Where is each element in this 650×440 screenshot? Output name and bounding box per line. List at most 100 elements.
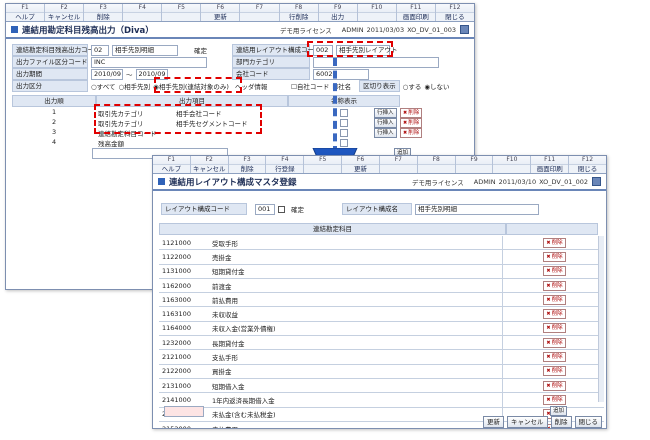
row-code: 2141000	[159, 392, 209, 408]
row-delete-button[interactable]: 削除	[543, 380, 566, 391]
fkey-f4[interactable]: F4	[123, 4, 163, 21]
row-delete-button[interactable]: 削除	[543, 266, 566, 277]
fkey-f4[interactable]: F4 行登録	[266, 156, 305, 173]
fkey-f11[interactable]: F11 画面印刷	[531, 156, 570, 173]
opt-company-code-check[interactable]: ☐自社コード	[291, 81, 329, 91]
row-delete-button[interactable]: 削除	[543, 237, 566, 248]
fkey-f12[interactable]: F12 閉じる	[435, 4, 474, 21]
dept-label: 部門カテゴリ	[232, 56, 310, 68]
front-new-input[interactable]	[164, 406, 204, 417]
company-input[interactable]: 60020	[313, 68, 369, 80]
fkey-f3[interactable]: F3 削除	[228, 156, 267, 173]
fkey-f2[interactable]: F2 キャンセル	[45, 4, 85, 21]
row-delete-button[interactable]: 削除	[543, 251, 566, 262]
footer-button-2[interactable]: 削除	[550, 416, 572, 428]
fkey-f10[interactable]: F10	[357, 4, 397, 21]
row-delete-button[interactable]: 削除	[400, 108, 423, 118]
fkey-f11[interactable]: F11 画面印刷	[396, 4, 436, 21]
row-name: 未払費用	[209, 421, 503, 428]
fkey-number: F9	[470, 156, 478, 163]
row-delete-button[interactable]: 削除	[543, 294, 566, 305]
row-name: 支払手形	[209, 349, 503, 365]
name-show-checkbox[interactable]	[340, 109, 348, 117]
layout-name-input[interactable]: 相手先別明細	[415, 203, 539, 215]
layout-name-label: レイアウト構成名	[342, 203, 412, 215]
fkey-f7[interactable]: F7	[379, 156, 418, 173]
fkey-f10[interactable]: F10	[493, 156, 532, 173]
fkey-f3[interactable]: F3 削除	[84, 4, 124, 21]
row-delete-button[interactable]: 削除	[543, 366, 566, 377]
fkey-f7[interactable]: F7	[240, 4, 280, 21]
row-delete-button[interactable]: 削除	[543, 352, 566, 363]
row-insert-button[interactable]: 行挿入	[374, 128, 397, 138]
row-delete-button[interactable]: 削除	[543, 337, 566, 348]
row-delete-button[interactable]: 削除	[543, 323, 566, 334]
fkey-number: F8	[432, 156, 440, 163]
grid-row-no: 2	[52, 118, 57, 126]
filetype-input[interactable]: INC	[91, 56, 207, 68]
grid-icon[interactable]	[592, 177, 601, 186]
table-row: 2122000買掛金 削除	[159, 364, 604, 379]
scrollbar[interactable]	[598, 236, 604, 402]
fkey-number: F12	[581, 156, 594, 163]
opt-company-code-label: 自社コード	[296, 83, 330, 91]
fkey-f2[interactable]: F2 キャンセル	[190, 156, 229, 173]
row-delete-button[interactable]: 削除	[543, 309, 566, 320]
opt-no-radio[interactable]: ◉しない	[424, 81, 449, 91]
grid-icon[interactable]	[460, 25, 469, 34]
row-delete-button[interactable]: 削除	[543, 394, 566, 405]
opt-partner-radio[interactable]: ○相手先別	[118, 81, 150, 91]
table-row: 1162000前渡金 削除	[159, 278, 604, 294]
fkey-f6[interactable]: F6 更新	[201, 4, 241, 21]
connector-dashes	[333, 58, 341, 154]
fkey-label: 画面印刷	[396, 12, 435, 21]
row-insert-button[interactable]: 行挿入	[374, 108, 397, 118]
fkey-number: F1	[167, 156, 176, 163]
row-name: 前渡金	[209, 278, 503, 294]
row-code: 1122000	[159, 249, 209, 265]
header-row: ☐自社コード ☐社名 区切り表示 ○する ◉しない	[288, 80, 450, 92]
fkey-label: 出力	[318, 12, 357, 21]
fkey-f9[interactable]: F9	[455, 156, 494, 173]
fkey-number: F10	[371, 4, 383, 11]
table-row: 1232000長期貸付金 削除	[159, 335, 604, 351]
fkey-number: F7	[394, 156, 403, 163]
opt-yes-radio[interactable]: ○する	[403, 81, 422, 91]
acct-name-input[interactable]: 相手先別明細	[112, 44, 178, 56]
name-show-checkbox[interactable]	[340, 129, 348, 137]
row-name: 1年内返済長期借入金	[209, 392, 503, 408]
name-show-checkbox[interactable]	[340, 139, 348, 147]
fkey-f9[interactable]: F9 出力	[318, 4, 358, 21]
row-delete-button[interactable]: 削除	[400, 128, 423, 138]
footer-button-1[interactable]: キャンセル	[507, 416, 548, 428]
period-from-input[interactable]: 2010/09	[91, 68, 123, 80]
front-add-button[interactable]: 追加	[550, 406, 568, 416]
layout-code-input[interactable]: 001	[255, 203, 275, 215]
fkey-f8[interactable]: F8	[417, 156, 456, 173]
row-action-cell: 削除	[502, 249, 604, 265]
name-show-checkbox[interactable]	[340, 119, 348, 127]
row-name: 未払金(含む未払税金)	[209, 407, 503, 422]
opt-all-radio[interactable]: ○すべて	[91, 81, 115, 91]
fkey-f8[interactable]: F8 行削除	[279, 4, 319, 21]
fkey-f1[interactable]: F1 ヘルプ	[153, 156, 191, 173]
fkey-label	[417, 164, 455, 173]
fkey-f5[interactable]: F5	[304, 156, 343, 173]
footer-button-3[interactable]: 閉じる	[574, 416, 602, 428]
row-delete-button[interactable]: 削除	[400, 118, 423, 128]
fkey-label: ヘルプ	[153, 164, 190, 173]
fkey-f5[interactable]: F5	[162, 4, 202, 21]
fkey-label: 画面印刷	[531, 164, 569, 173]
table-row: 2121000支払手形 削除	[159, 349, 604, 365]
row-delete-button[interactable]: 削除	[543, 280, 566, 291]
dept-select[interactable]	[313, 56, 439, 68]
fkey-f12[interactable]: F12 閉じる	[569, 156, 606, 173]
grid-row-no: 4	[52, 138, 57, 146]
row-insert-button[interactable]: 行挿入	[374, 118, 397, 128]
highlight-rows	[94, 104, 262, 134]
fkey-f6[interactable]: F6 更新	[342, 156, 380, 173]
footer-button-0[interactable]: 更新	[483, 416, 504, 428]
grid-row-item: 残高金額	[98, 140, 124, 148]
fkey-f1[interactable]: F1 ヘルプ	[6, 4, 46, 21]
acct-code-input[interactable]: 02	[91, 44, 109, 56]
